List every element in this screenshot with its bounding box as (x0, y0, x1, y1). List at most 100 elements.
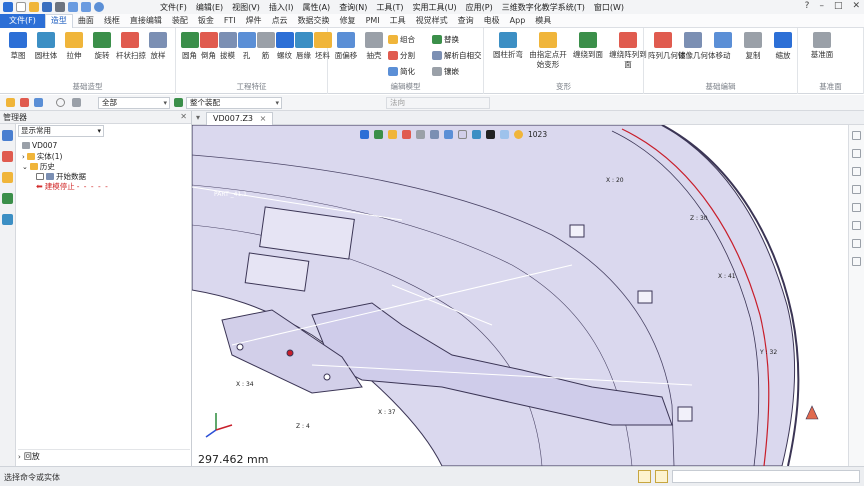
ribbon-tab[interactable]: 工具 (385, 15, 411, 26)
rotate-icon[interactable] (374, 129, 383, 139)
3d-viewport[interactable]: 1023 X : 20 Z : 30 X : 41 Y : 32 X : 37 … (192, 125, 864, 466)
ribbon-tab[interactable]: App (505, 16, 531, 25)
ribbon-tool-button[interactable]: 杆状扫掠 (116, 32, 146, 61)
undo-icon[interactable] (68, 2, 78, 12)
ribbon-tool-button[interactable]: 移动 (708, 32, 738, 61)
tree-node-stop-modeling[interactable]: ⬅ 建模停止 - - - - - (36, 181, 109, 192)
ribbon-small-tool[interactable]: 解析自相交 (432, 50, 482, 61)
menu-item[interactable]: 工具(T) (376, 2, 403, 13)
maximize-button[interactable]: □ (834, 1, 843, 11)
ribbon-tool-button[interactable]: 螺纹 (275, 32, 294, 61)
ribbon-small-tool[interactable]: 组合 (388, 34, 415, 45)
ribbon-tab[interactable]: 点云 (267, 15, 293, 26)
shading-icon[interactable] (444, 129, 453, 139)
library-tab-icon[interactable] (2, 193, 13, 204)
ribbon-tab[interactable]: 数据交换 (293, 15, 335, 26)
ribbon-tab[interactable]: 电极 (479, 15, 505, 26)
close-window-button[interactable]: ✕ (852, 1, 860, 11)
ribbon-tool-button[interactable]: 缠绕阵列到面 (608, 32, 648, 70)
ribbon-tab[interactable]: 焊件 (241, 15, 267, 26)
ribbon-tool-button[interactable]: 旋转 (88, 32, 116, 61)
tree-root[interactable]: VD007 (22, 141, 57, 150)
ribbon-tool-button[interactable]: 阵列几何体 (648, 32, 686, 61)
panel-toggle-icon[interactable] (852, 239, 861, 248)
ribbon-tool-button[interactable]: 唇缘 (294, 32, 313, 61)
ribbon-tool-button[interactable]: 圆柱体 (32, 32, 60, 61)
select-cursor-icon[interactable] (6, 98, 15, 107)
close-icon[interactable]: ✕ (180, 112, 187, 121)
ribbon-tab[interactable]: 模具 (530, 15, 556, 26)
menu-item[interactable]: 文件(F) (160, 2, 187, 13)
menu-item[interactable]: 应用(P) (466, 2, 493, 13)
checkbox-icon[interactable] (36, 173, 44, 180)
ribbon-tool-button[interactable]: 圆柱折弯 (488, 32, 528, 60)
chevron-right-icon[interactable]: › (22, 153, 25, 161)
ribbon-small-tool[interactable]: 分割 (388, 50, 415, 61)
new-file-icon[interactable] (16, 2, 26, 12)
ribbon-small-tool[interactable]: 简化 (388, 66, 415, 77)
panel-toggle-icon[interactable] (852, 149, 861, 158)
view-tab-icon[interactable] (2, 214, 13, 225)
view-number[interactable]: 1023 (528, 130, 547, 139)
ribbon-tool-button[interactable]: 由指定点开始变形 (528, 32, 568, 70)
ribbon-tool-button[interactable]: 放样 (144, 32, 172, 61)
ribbon-tool-button[interactable]: 复制 (738, 32, 768, 61)
direction-input[interactable]: 法向 (386, 97, 490, 109)
color-swatch-icon[interactable] (486, 129, 495, 139)
background-icon[interactable] (472, 129, 481, 139)
ribbon-small-tool[interactable]: 替换 (432, 34, 459, 45)
menu-item[interactable]: 插入(I) (269, 2, 294, 13)
ribbon-tool-button[interactable]: 基准面 (802, 32, 842, 60)
tree-filter-select[interactable]: 显示常用 ▾ (18, 125, 104, 137)
ribbon-tool-button[interactable]: 抽壳 (360, 32, 388, 61)
ribbon-tab[interactable]: PMI (361, 16, 385, 25)
lightbulb-icon[interactable] (514, 129, 523, 139)
menu-item[interactable]: 查询(N) (339, 2, 367, 13)
ribbon-tab[interactable]: 视觉样式 (411, 15, 453, 26)
ribbon-tool-button[interactable]: 倒角 (199, 32, 218, 61)
ribbon-tab[interactable]: 造型 (44, 13, 73, 28)
display-mode-icon[interactable] (430, 129, 439, 139)
panel-toggle-icon[interactable] (852, 185, 861, 194)
save-icon[interactable] (42, 2, 52, 12)
open-folder-icon[interactable] (29, 2, 39, 12)
model-canvas[interactable] (192, 125, 864, 466)
edge-filter-icon[interactable] (72, 98, 81, 107)
document-tab[interactable]: VD007.Z3 × (206, 112, 274, 125)
ribbon-tool-button[interactable]: 孔 (237, 32, 256, 61)
menu-item[interactable]: 视图(V) (232, 2, 260, 13)
ribbon-tab[interactable]: FTI (219, 16, 241, 25)
ribbon-tab[interactable]: 装配 (167, 15, 193, 26)
menu-item[interactable]: 编辑(E) (196, 2, 223, 13)
command-input[interactable] (672, 470, 860, 483)
ribbon-tab[interactable]: 直接编辑 (125, 15, 167, 26)
ribbon-tab[interactable]: 查询 (453, 15, 479, 26)
panel-toggle-icon[interactable] (852, 257, 861, 266)
ribbon-small-tool[interactable]: 镶嵌 (432, 66, 459, 77)
ribbon-tool-button[interactable]: 面偏移 (332, 32, 360, 61)
section-icon[interactable] (402, 129, 411, 139)
ribbon-tab[interactable]: 钣金 (193, 15, 219, 26)
status-grid-icon[interactable] (638, 470, 651, 483)
close-icon[interactable]: × (260, 114, 267, 123)
ribbon-tool-button[interactable]: 缠绕到面 (568, 32, 608, 60)
app-logo-icon[interactable] (3, 2, 13, 12)
ribbon-tool-button[interactable]: 拔模 (218, 32, 237, 61)
menu-item[interactable]: 窗口(W) (594, 2, 624, 13)
pick-filter-icon[interactable] (20, 98, 29, 107)
status-snap-icon[interactable] (655, 470, 668, 483)
ribbon-tab[interactable]: 线框 (99, 15, 125, 26)
input-tab-icon[interactable] (2, 172, 13, 183)
panel-toggle-icon[interactable] (852, 203, 861, 212)
render-icon[interactable] (458, 129, 467, 139)
view-cube-icon[interactable] (360, 129, 369, 139)
ribbon-tool-button[interactable]: 圆角 (180, 32, 199, 61)
transparency-icon[interactable] (500, 129, 509, 139)
ribbon-tool-button[interactable]: 筋 (256, 32, 275, 61)
ribbon-tool-button[interactable]: 缩放 (768, 32, 798, 61)
tab-list-icon[interactable]: ▾ (196, 113, 200, 122)
zoom-icon[interactable] (388, 129, 397, 139)
menu-item[interactable]: 三维数字化教学系统(T) (502, 2, 585, 13)
menu-item[interactable]: 属性(A) (302, 2, 330, 13)
selection-mode-icon[interactable] (34, 98, 43, 107)
